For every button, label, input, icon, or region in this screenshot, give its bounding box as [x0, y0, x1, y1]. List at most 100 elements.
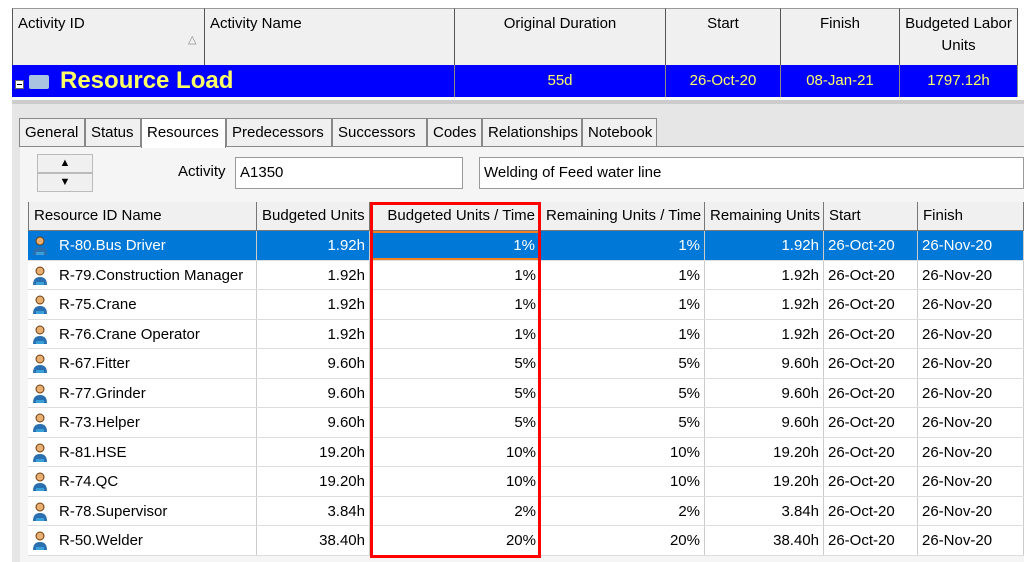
finish-date-text: 26-Nov-20 [922, 326, 992, 343]
start-date-text: 26-Oct-20 [828, 503, 895, 520]
resource-name[interactable]: R-67.Fitter [28, 349, 257, 378]
start-date: 26-Oct-20 [824, 290, 918, 319]
budgeted-units: 19.20h [257, 467, 370, 496]
budgeted-units-time: 10% [370, 438, 541, 467]
col-header-finish[interactable]: Finish [781, 8, 900, 65]
finish-date: 26-Nov-20 [918, 438, 1024, 467]
budgeted-units-text: 3.84h [327, 503, 365, 520]
start-date-text: 26-Oct-20 [828, 414, 895, 431]
resource-name[interactable]: R-50.Welder [28, 526, 257, 555]
tab-successors[interactable]: Successors [332, 118, 427, 147]
budgeted-units-text: 9.60h [327, 355, 365, 372]
tab-predecessors[interactable]: Predecessors [226, 118, 332, 147]
resource-person-icon [32, 266, 48, 286]
down-arrow-icon: ▼ [60, 176, 71, 188]
remaining-units-text: 1.92h [781, 267, 819, 284]
resource-row[interactable]: R-78.Supervisor3.84h2%2%3.84h26-Oct-2026… [28, 497, 1024, 527]
budgeted-units-text: 19.20h [319, 444, 365, 461]
activity-id-field[interactable]: A1350 [235, 157, 463, 189]
remaining-units-time: 1% [541, 320, 705, 349]
col-header-activity-id[interactable]: Activity ID△ [12, 8, 205, 65]
resource-name[interactable]: R-74.QC [28, 467, 257, 496]
budgeted-units: 9.60h [257, 408, 370, 437]
budgeted-units-time: 20% [370, 526, 541, 555]
resource-name-text: R-78.Supervisor [59, 503, 167, 520]
finish-date-text: 26-Nov-20 [922, 385, 992, 402]
remaining-units-time: 5% [541, 349, 705, 378]
grid-header-budgeted-units-time[interactable]: Budgeted Units / Time [370, 202, 541, 231]
resource-row[interactable]: R-80.Bus Driver1.92h1%1%1.92h26-Oct-2026… [28, 231, 1024, 261]
remaining-units-time-text: 10% [670, 473, 700, 490]
remaining-units-text: 9.60h [781, 385, 819, 402]
resource-name[interactable]: R-76.Crane Operator [28, 320, 257, 349]
start-date: 26-Oct-20 [824, 467, 918, 496]
resource-name[interactable]: R-75.Crane [28, 290, 257, 319]
next-activity-button[interactable]: ▼ [37, 173, 93, 192]
resource-row[interactable]: R-75.Crane1.92h1%1%1.92h26-Oct-2026-Nov-… [28, 290, 1024, 320]
col-header-original-duration[interactable]: Original Duration [455, 8, 666, 65]
budgeted-units: 9.60h [257, 349, 370, 378]
grid-header-remaining-units[interactable]: Remaining Units [705, 202, 824, 231]
grid-header-finish[interactable]: Finish [918, 202, 1024, 231]
grid-header-remaining-units-time[interactable]: Remaining Units / Time [541, 202, 705, 231]
remaining-units-time-text: 5% [678, 355, 700, 372]
budgeted-units-time: 1% [370, 290, 541, 319]
tab-status[interactable]: Status [85, 118, 141, 147]
resource-name[interactable]: R-79.Construction Manager [28, 261, 257, 290]
tab-codes[interactable]: Codes [427, 118, 482, 147]
grid-header-start[interactable]: Start [824, 202, 918, 231]
resource-name-text: R-73.Helper [59, 414, 140, 431]
resource-row[interactable]: R-67.Fitter9.60h5%5%9.60h26-Oct-2026-Nov… [28, 349, 1024, 379]
finish-date: 26-Nov-20 [918, 526, 1024, 555]
resource-name[interactable]: R-73.Helper [28, 408, 257, 437]
resource-row[interactable]: R-81.HSE19.20h10%10%19.20h26-Oct-2026-No… [28, 438, 1024, 468]
tab-general[interactable]: General [19, 118, 85, 147]
remaining-units-time: 2% [541, 497, 705, 526]
tab-notebook[interactable]: Notebook [582, 118, 657, 147]
resource-person-icon [32, 502, 48, 522]
finish-date-text: 26-Nov-20 [922, 503, 992, 520]
grid-header-resource-id-name[interactable]: Resource ID Name [28, 202, 257, 231]
start-date: 26-Oct-20 [824, 497, 918, 526]
remaining-units: 1.92h [705, 290, 824, 319]
resource-name[interactable]: R-80.Bus Driver [28, 231, 257, 260]
start-date-text: 26-Oct-20 [828, 296, 895, 313]
remaining-units-time-text: 2% [678, 503, 700, 520]
resource-row[interactable]: R-77.Grinder9.60h5%5%9.60h26-Oct-2026-No… [28, 379, 1024, 409]
previous-activity-button[interactable]: ▲ [37, 154, 93, 173]
resource-name-text: R-76.Crane Operator [59, 326, 200, 343]
budgeted-units-text: 38.40h [319, 532, 365, 549]
resource-row[interactable]: R-73.Helper9.60h5%5%9.60h26-Oct-2026-Nov… [28, 408, 1024, 438]
tab-resources[interactable]: Resources [141, 118, 226, 148]
resource-person-icon [32, 384, 48, 404]
resource-name[interactable]: R-77.Grinder [28, 379, 257, 408]
budgeted-units: 1.92h [257, 261, 370, 290]
grid-header-budgeted-units[interactable]: Budgeted Units [257, 202, 370, 231]
wbs-budgeted-labor-units: 1797.12h [900, 65, 1018, 97]
budgeted-units-time: 10% [370, 467, 541, 496]
resource-name[interactable]: R-78.Supervisor [28, 497, 257, 526]
col-header-start[interactable]: Start [666, 8, 781, 65]
up-arrow-icon: ▲ [60, 157, 71, 169]
resource-row[interactable]: R-74.QC19.20h10%10%19.20h26-Oct-2026-Nov… [28, 467, 1024, 497]
finish-date: 26-Nov-20 [918, 231, 1024, 260]
tab-relationships[interactable]: Relationships [482, 118, 582, 147]
resource-row[interactable]: R-79.Construction Manager1.92h1%1%1.92h2… [28, 261, 1024, 291]
resource-name-text: R-79.Construction Manager [59, 267, 243, 284]
collapse-icon[interactable] [15, 80, 24, 89]
budgeted-units-time-text: 10% [506, 444, 536, 461]
remaining-units: 19.20h [705, 438, 824, 467]
start-date-text: 26-Oct-20 [828, 444, 895, 461]
start-date: 26-Oct-20 [824, 438, 918, 467]
remaining-units-time: 20% [541, 526, 705, 555]
col-header-budgeted-labor-units[interactable]: Budgeted Labor Units [900, 8, 1018, 65]
activity-name-field[interactable]: Welding of Feed water line [479, 157, 1024, 189]
remaining-units-time-text: 5% [678, 385, 700, 402]
finish-date-text: 26-Nov-20 [922, 444, 992, 461]
resource-name[interactable]: R-81.HSE [28, 438, 257, 467]
budgeted-units-time-text: 10% [506, 473, 536, 490]
col-header-activity-name[interactable]: Activity Name [205, 8, 455, 65]
resource-row[interactable]: R-50.Welder38.40h20%20%38.40h26-Oct-2026… [28, 526, 1024, 556]
wbs-row[interactable]: Resource Load [12, 65, 455, 97]
resource-row[interactable]: R-76.Crane Operator1.92h1%1%1.92h26-Oct-… [28, 320, 1024, 350]
